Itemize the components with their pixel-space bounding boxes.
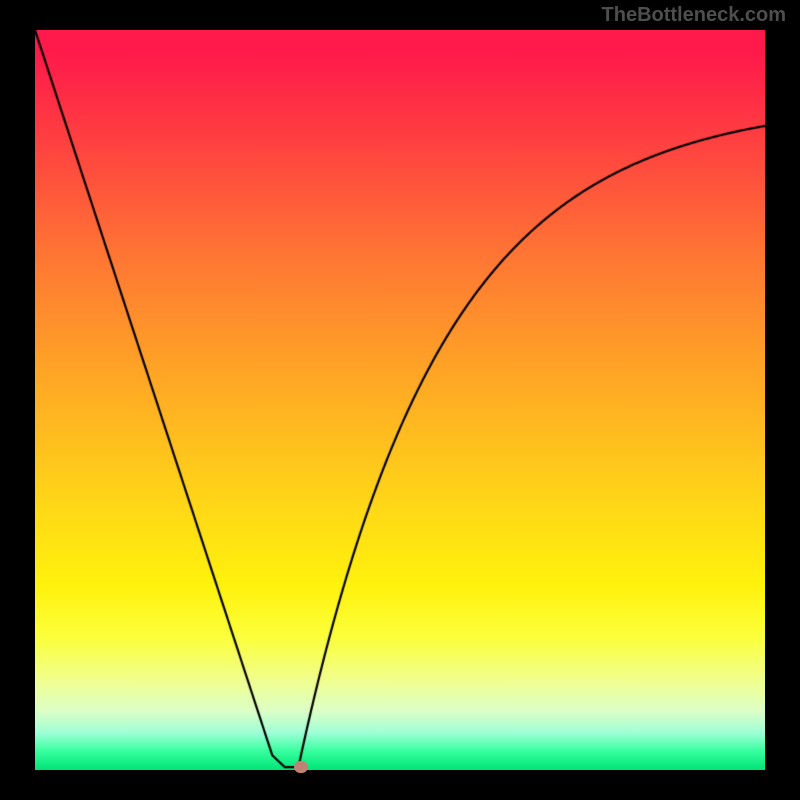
chart-frame: TheBottleneck.com: [0, 0, 800, 800]
watermark-text: TheBottleneck.com: [602, 4, 786, 27]
plot-area: [35, 30, 765, 770]
minimum-marker: [294, 761, 308, 773]
background-gradient: [35, 30, 765, 770]
